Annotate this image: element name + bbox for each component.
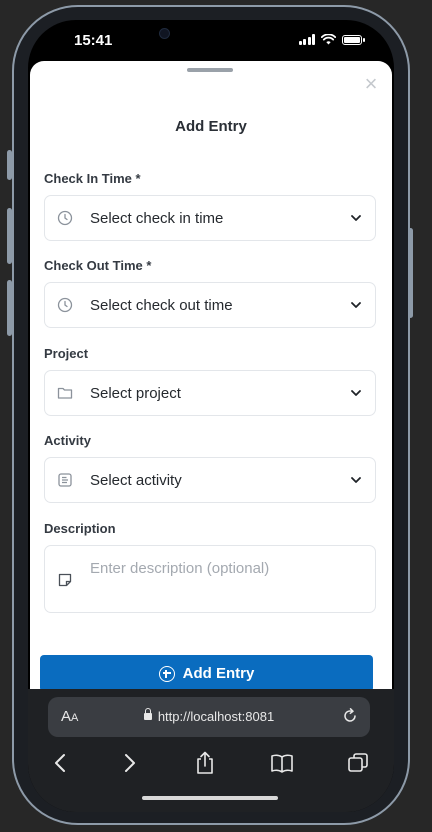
project-value: Select project (90, 384, 181, 402)
lock-icon (143, 708, 152, 721)
check-out-label: Check Out Time * (44, 258, 152, 273)
add-entry-sheet: × Add Entry Check In Time * Select check… (30, 61, 392, 692)
add-entry-button[interactable]: Add Entry (40, 655, 373, 692)
description-input[interactable]: Enter description (optional) (44, 545, 376, 613)
tabs-icon[interactable] (344, 749, 372, 777)
chevron-down-icon (349, 211, 363, 225)
folder-icon (57, 385, 73, 401)
description-placeholder: Enter description (optional) (90, 560, 270, 577)
clock-icon (57, 297, 73, 313)
check-in-label: Check In Time * (44, 171, 141, 186)
check-out-select[interactable]: Select check out time (44, 282, 376, 328)
check-in-select[interactable]: Select check in time (44, 195, 376, 241)
activity-select[interactable]: Select activity (44, 457, 376, 503)
project-label: Project (44, 346, 89, 361)
chevron-down-icon (349, 473, 363, 487)
close-icon[interactable]: × (360, 73, 382, 95)
bookmarks-icon[interactable] (268, 749, 296, 777)
browser-toolbar: AA http://localhost:8081 (28, 689, 394, 812)
chevron-down-icon (349, 298, 363, 312)
status-icons (298, 34, 365, 45)
address-bar[interactable]: AA http://localhost:8081 (48, 697, 370, 737)
activity-value: Select activity (90, 471, 182, 489)
camera-icon (159, 28, 170, 39)
wifi-icon (321, 34, 336, 45)
plus-circle-icon (158, 665, 175, 682)
notch (145, 20, 279, 50)
forward-icon[interactable] (116, 749, 144, 777)
page-title: Add Entry (175, 118, 247, 135)
sheet-grabber[interactable] (187, 68, 233, 72)
description-label: Description (44, 521, 116, 536)
reload-icon[interactable] (340, 706, 360, 726)
phone-screen: 15:41 × Add Entry Check In Time * Select… (28, 20, 394, 812)
url-text[interactable]: http://localhost:8081 (48, 708, 370, 724)
home-indicator[interactable] (142, 796, 278, 800)
clock-icon (57, 210, 73, 226)
battery-icon (342, 34, 365, 45)
check-in-value: Select check in time (90, 209, 224, 227)
browser-nav (28, 749, 394, 777)
share-icon[interactable] (191, 749, 219, 777)
add-entry-button-label: Add Entry (182, 665, 255, 682)
note-icon (57, 572, 73, 588)
back-icon[interactable] (46, 749, 74, 777)
check-out-value: Select check out time (90, 296, 233, 314)
signal-icon (298, 34, 315, 45)
status-time: 15:41 (74, 32, 113, 49)
list-icon (57, 472, 73, 488)
project-select[interactable]: Select project (44, 370, 376, 416)
activity-label: Activity (44, 433, 91, 448)
chevron-down-icon (349, 386, 363, 400)
